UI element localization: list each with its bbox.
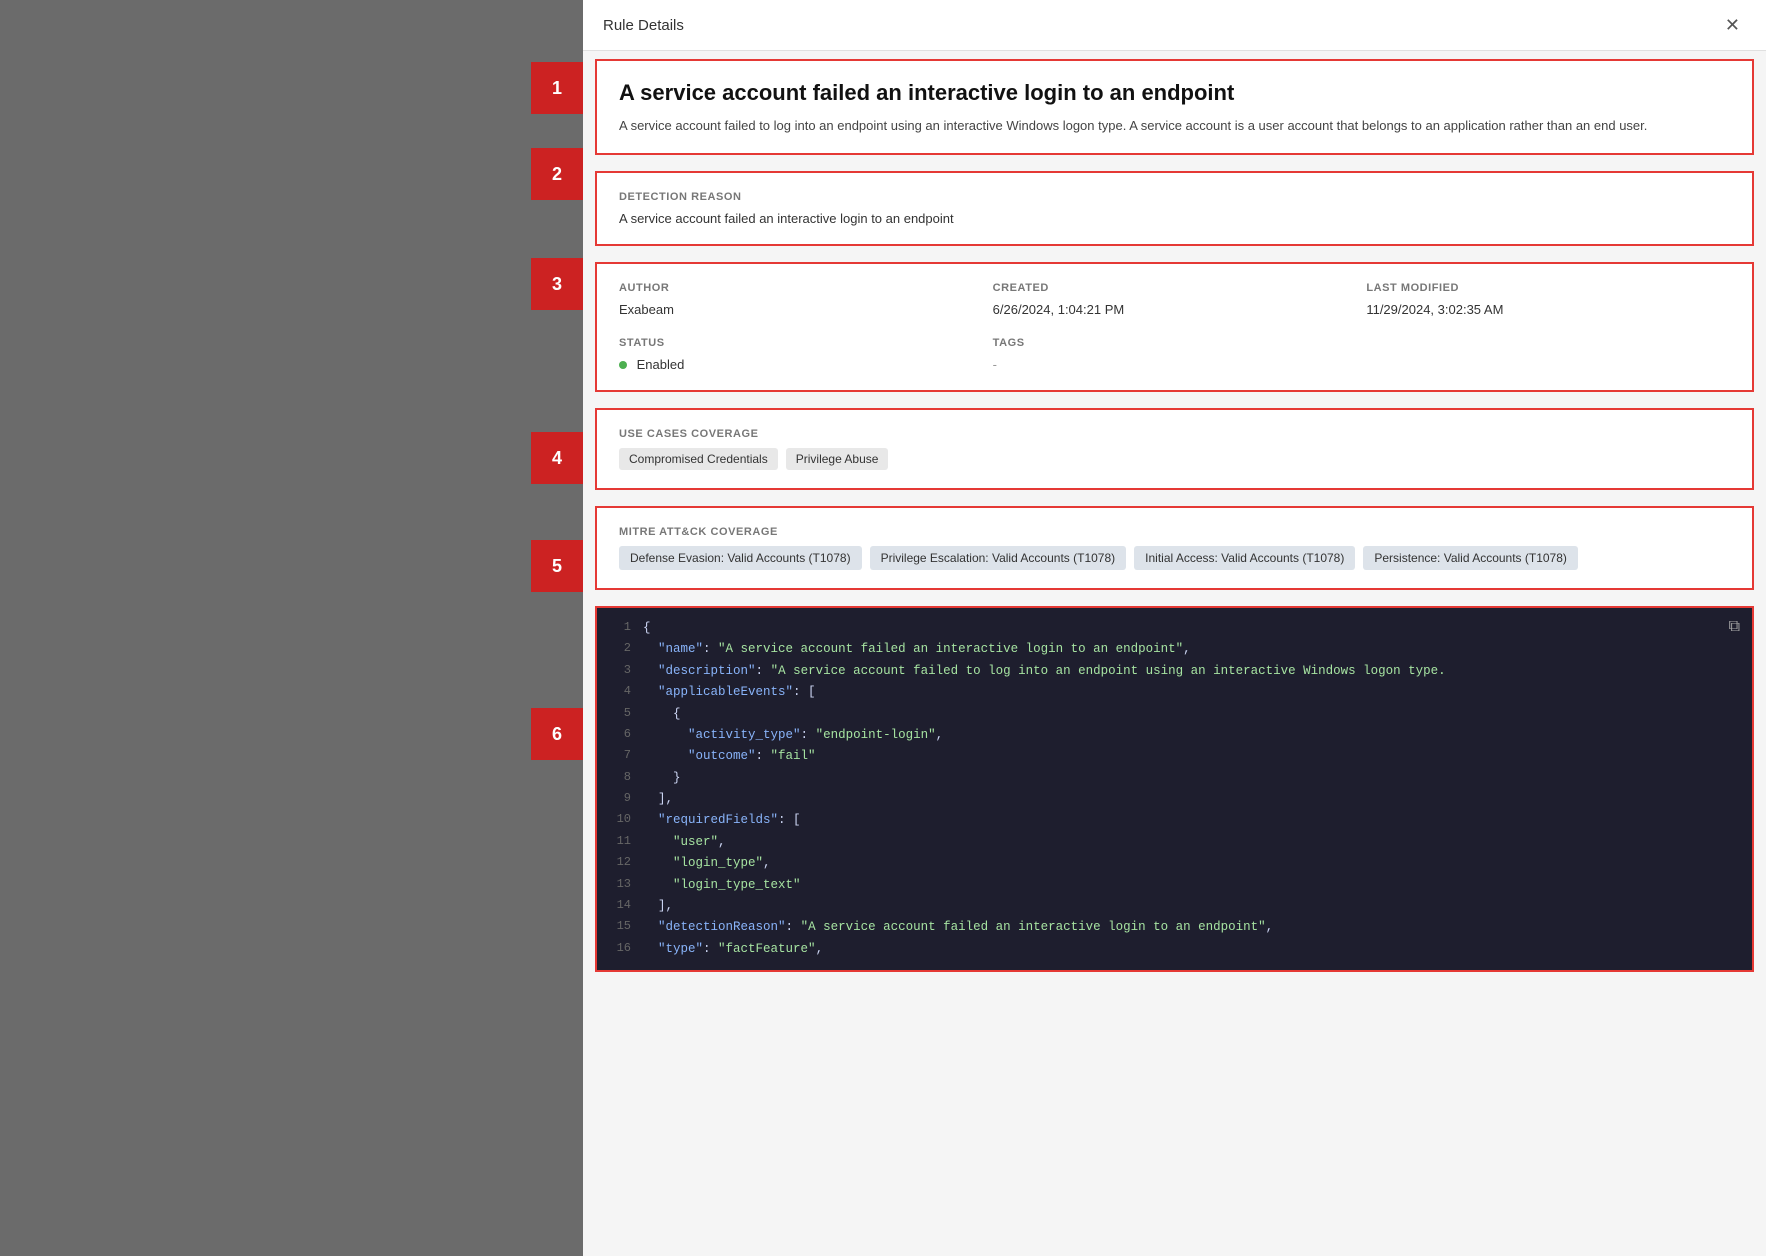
code-line-15: 15 "detectionReason": "A service account… bbox=[607, 917, 1752, 938]
mitre-tag-3: Persistence: Valid Accounts (T1078) bbox=[1363, 546, 1578, 570]
copy-button[interactable]: ⧉ bbox=[1729, 618, 1740, 636]
last-modified-value: 11/29/2024, 3:02:35 AM bbox=[1366, 302, 1730, 317]
badge-2: 2 bbox=[531, 148, 583, 200]
tag-compromised-credentials: Compromised Credentials bbox=[619, 448, 778, 470]
created-label: CREATED bbox=[993, 282, 1357, 294]
status-value: Enabled bbox=[619, 357, 983, 372]
author-cell: AUTHOR Exabeam bbox=[619, 282, 983, 317]
use-cases-section: USE CASES COVERAGE Compromised Credentia… bbox=[595, 408, 1754, 490]
mitre-tag-1: Privilege Escalation: Valid Accounts (T1… bbox=[870, 546, 1127, 570]
rule-details-modal: Rule Details ✕ A service account failed … bbox=[583, 0, 1766, 1256]
status-row: STATUS Enabled TAGS - bbox=[619, 337, 1730, 372]
rule-title: A service account failed an interactive … bbox=[619, 79, 1730, 108]
code-line-9: 9 ], bbox=[607, 789, 1752, 810]
code-line-5: 5 { bbox=[607, 704, 1752, 725]
badge-4: 4 bbox=[531, 432, 583, 484]
detection-reason-value: A service account failed an interactive … bbox=[619, 211, 1730, 226]
close-button[interactable]: ✕ bbox=[1719, 14, 1746, 36]
code-line-13: 13 "login_type_text" bbox=[607, 875, 1752, 896]
code-line-8: 8 } bbox=[607, 768, 1752, 789]
left-panel: 1 2 3 4 5 6 bbox=[0, 0, 583, 1256]
code-line-2: 2 "name": "A service account failed an i… bbox=[607, 639, 1752, 660]
modal-body: A service account failed an interactive … bbox=[583, 51, 1766, 1256]
mitre-label: MITRE ATT&CK COVERAGE bbox=[619, 526, 1730, 538]
status-cell: STATUS Enabled bbox=[619, 337, 983, 372]
empty-cell bbox=[1366, 337, 1730, 372]
created-value: 6/26/2024, 1:04:21 PM bbox=[993, 302, 1357, 317]
last-modified-cell: LAST MODIFIED 11/29/2024, 3:02:35 AM bbox=[1366, 282, 1730, 317]
last-modified-label: LAST MODIFIED bbox=[1366, 282, 1730, 294]
rule-title-section: A service account failed an interactive … bbox=[595, 59, 1754, 155]
badge-3: 3 bbox=[531, 258, 583, 310]
code-line-1: 1 { bbox=[607, 618, 1752, 639]
code-line-14: 14 ], bbox=[607, 896, 1752, 917]
code-body: 1 { 2 "name": "A service account failed … bbox=[597, 608, 1752, 970]
use-cases-label: USE CASES COVERAGE bbox=[619, 428, 1730, 440]
badge-1: 1 bbox=[531, 62, 583, 114]
mitre-section: MITRE ATT&CK COVERAGE Defense Evasion: V… bbox=[595, 506, 1754, 590]
mitre-tag-2: Initial Access: Valid Accounts (T1078) bbox=[1134, 546, 1355, 570]
author-label: AUTHOR bbox=[619, 282, 983, 294]
modal-title: Rule Details bbox=[603, 17, 684, 34]
modal-header: Rule Details ✕ bbox=[583, 0, 1766, 51]
code-line-7: 7 "outcome": "fail" bbox=[607, 746, 1752, 767]
rule-description: A service account failed to log into an … bbox=[619, 116, 1730, 136]
badge-5: 5 bbox=[531, 540, 583, 592]
code-section: ⧉ 1 { 2 "name": "A service account faile… bbox=[595, 606, 1754, 972]
code-line-10: 10 "requiredFields": [ bbox=[607, 810, 1752, 831]
status-dot bbox=[619, 361, 627, 369]
tags-value: - bbox=[993, 357, 1357, 372]
author-value: Exabeam bbox=[619, 302, 983, 317]
code-line-6: 6 "activity_type": "endpoint-login", bbox=[607, 725, 1752, 746]
code-line-12: 12 "login_type", bbox=[607, 853, 1752, 874]
tag-privilege-abuse: Privilege Abuse bbox=[786, 448, 889, 470]
badge-6: 6 bbox=[531, 708, 583, 760]
code-line-3: 3 "description": "A service account fail… bbox=[607, 661, 1752, 682]
metadata-section: AUTHOR Exabeam CREATED 6/26/2024, 1:04:2… bbox=[595, 262, 1754, 392]
mitre-tags: Defense Evasion: Valid Accounts (T1078) … bbox=[619, 546, 1730, 570]
detection-reason-section: DETECTION REASON A service account faile… bbox=[595, 171, 1754, 246]
detection-reason-label: DETECTION REASON bbox=[619, 191, 1730, 203]
use-cases-tags: Compromised Credentials Privilege Abuse bbox=[619, 448, 1730, 470]
code-line-4: 4 "applicableEvents": [ bbox=[607, 682, 1752, 703]
status-text: Enabled bbox=[637, 357, 685, 372]
code-line-11: 11 "user", bbox=[607, 832, 1752, 853]
tags-cell: TAGS - bbox=[993, 337, 1357, 372]
metadata-grid: AUTHOR Exabeam CREATED 6/26/2024, 1:04:2… bbox=[619, 282, 1730, 317]
mitre-tag-0: Defense Evasion: Valid Accounts (T1078) bbox=[619, 546, 862, 570]
tags-label: TAGS bbox=[993, 337, 1357, 349]
created-cell: CREATED 6/26/2024, 1:04:21 PM bbox=[993, 282, 1357, 317]
code-line-16: 16 "type": "factFeature", bbox=[607, 939, 1752, 960]
status-label: STATUS bbox=[619, 337, 983, 349]
